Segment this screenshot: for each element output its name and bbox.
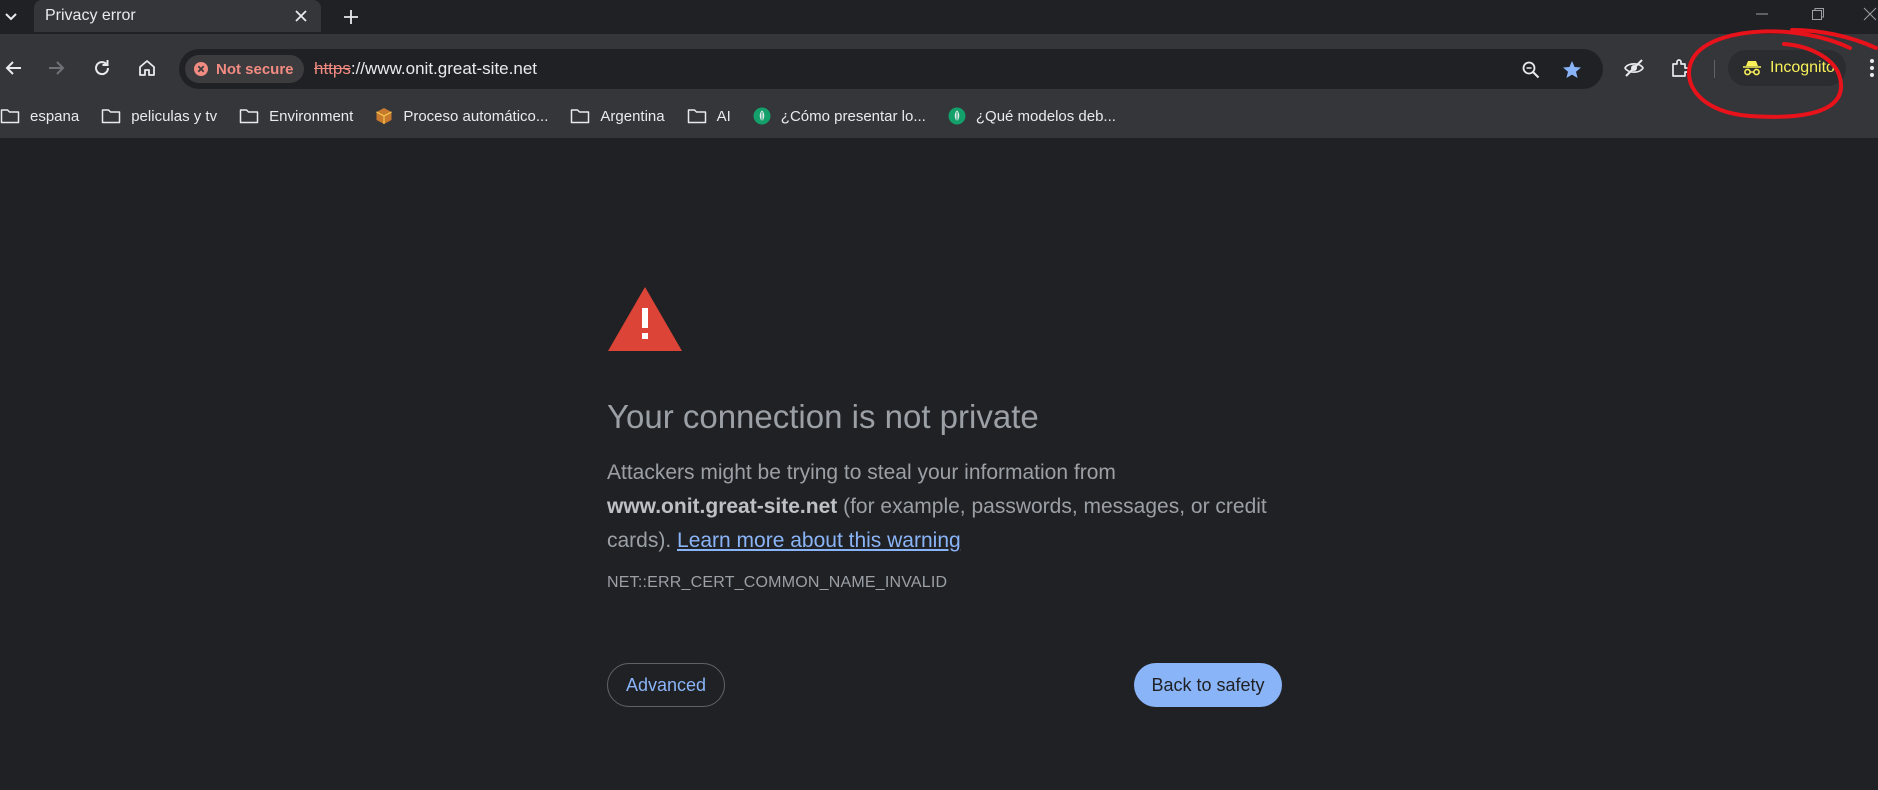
bookmark-label: AI bbox=[716, 107, 731, 125]
bookmark-label: Argentina bbox=[600, 107, 665, 125]
tab-strip: Privacy error bbox=[0, 0, 1878, 34]
bookmark-item[interactable]: ¿Qué modelos deb... bbox=[948, 107, 1116, 125]
leaf-icon bbox=[948, 107, 966, 125]
folder-icon bbox=[101, 109, 121, 124]
browser-toolbar: Not secure https://www.onit.great-site.n… bbox=[0, 34, 1878, 138]
error-circle-icon bbox=[194, 62, 208, 76]
reload-button[interactable] bbox=[88, 54, 116, 82]
bookmarks-bar: espana peliculas y tv Environment Proces… bbox=[0, 98, 1138, 134]
bookmark-item[interactable]: espana bbox=[0, 108, 79, 125]
page-title: Your connection is not private bbox=[607, 398, 1039, 435]
folder-icon bbox=[687, 109, 706, 124]
url-scheme: https bbox=[314, 59, 351, 78]
tab-title: Privacy error bbox=[45, 7, 136, 24]
security-chip[interactable]: Not secure bbox=[185, 55, 304, 83]
not-secure-label: Not secure bbox=[216, 60, 294, 78]
address-bar[interactable]: Not secure https://www.onit.great-site.n… bbox=[179, 49, 1603, 89]
home-button[interactable] bbox=[133, 54, 161, 82]
learn-more-link[interactable]: Learn more about this warning bbox=[677, 529, 961, 552]
package-icon bbox=[376, 108, 393, 124]
leaf-icon bbox=[753, 107, 771, 125]
close-icon[interactable] bbox=[293, 8, 309, 24]
folder-icon bbox=[239, 109, 259, 124]
reload-icon bbox=[95, 60, 110, 76]
new-tab-plus-icon[interactable] bbox=[340, 6, 362, 28]
red-circle-annotation bbox=[1686, 28, 1878, 119]
warning-triangle-icon bbox=[608, 287, 682, 351]
bookmark-item[interactable]: Environment bbox=[239, 108, 353, 125]
url-host: ://www.onit.great-site.net bbox=[350, 59, 537, 78]
bookmark-label: espana bbox=[30, 107, 80, 125]
bookmark-label: peliculas y tv bbox=[131, 107, 218, 125]
interstitial-content: Your connection is not private Attackers… bbox=[607, 286, 1283, 592]
arrow-left-icon bbox=[5, 61, 21, 75]
bookmark-item[interactable]: Argentina bbox=[570, 107, 665, 125]
bookmark-label: ¿Qué modelos deb... bbox=[975, 107, 1116, 125]
site-domain: www.onit.great-site.net bbox=[607, 495, 838, 518]
error-description: Attackers might be trying to steal your … bbox=[607, 456, 1283, 558]
bookmark-item[interactable]: peliculas y tv bbox=[101, 108, 217, 125]
arrow-right-icon bbox=[49, 61, 65, 75]
chevron-down-icon bbox=[5, 13, 17, 21]
active-tab[interactable]: Privacy error bbox=[34, 0, 321, 32]
bookmark-item[interactable]: ¿Cómo presentar lo... bbox=[753, 107, 926, 125]
error-code: NET::ERR_CERT_COMMON_NAME_INVALID bbox=[607, 574, 948, 591]
bookmark-label: ¿Cómo presentar lo... bbox=[780, 107, 926, 125]
folder-icon bbox=[571, 109, 590, 124]
back-button[interactable] bbox=[0, 54, 28, 82]
folder-icon bbox=[0, 109, 20, 124]
url-text[interactable]: https://www.onit.great-site.net bbox=[314, 49, 537, 89]
zoom-icon[interactable] bbox=[1520, 59, 1542, 81]
forward-button[interactable] bbox=[42, 54, 70, 82]
bookmark-label: Proceso automático... bbox=[403, 107, 549, 125]
bookmark-star-icon[interactable] bbox=[1561, 59, 1583, 81]
advanced-button[interactable]: Advanced bbox=[607, 663, 725, 707]
tab-search-button[interactable] bbox=[0, 6, 22, 28]
description-intro: Attackers might be trying to steal your … bbox=[607, 461, 1116, 484]
bookmark-label: Environment bbox=[269, 107, 354, 125]
back-to-safety-button[interactable]: Back to safety bbox=[1134, 663, 1282, 707]
home-icon bbox=[139, 60, 155, 76]
eye-off-icon[interactable] bbox=[1622, 56, 1646, 80]
bookmark-item[interactable]: Proceso automático... bbox=[375, 107, 548, 125]
bookmark-item[interactable]: AI bbox=[687, 108, 731, 125]
